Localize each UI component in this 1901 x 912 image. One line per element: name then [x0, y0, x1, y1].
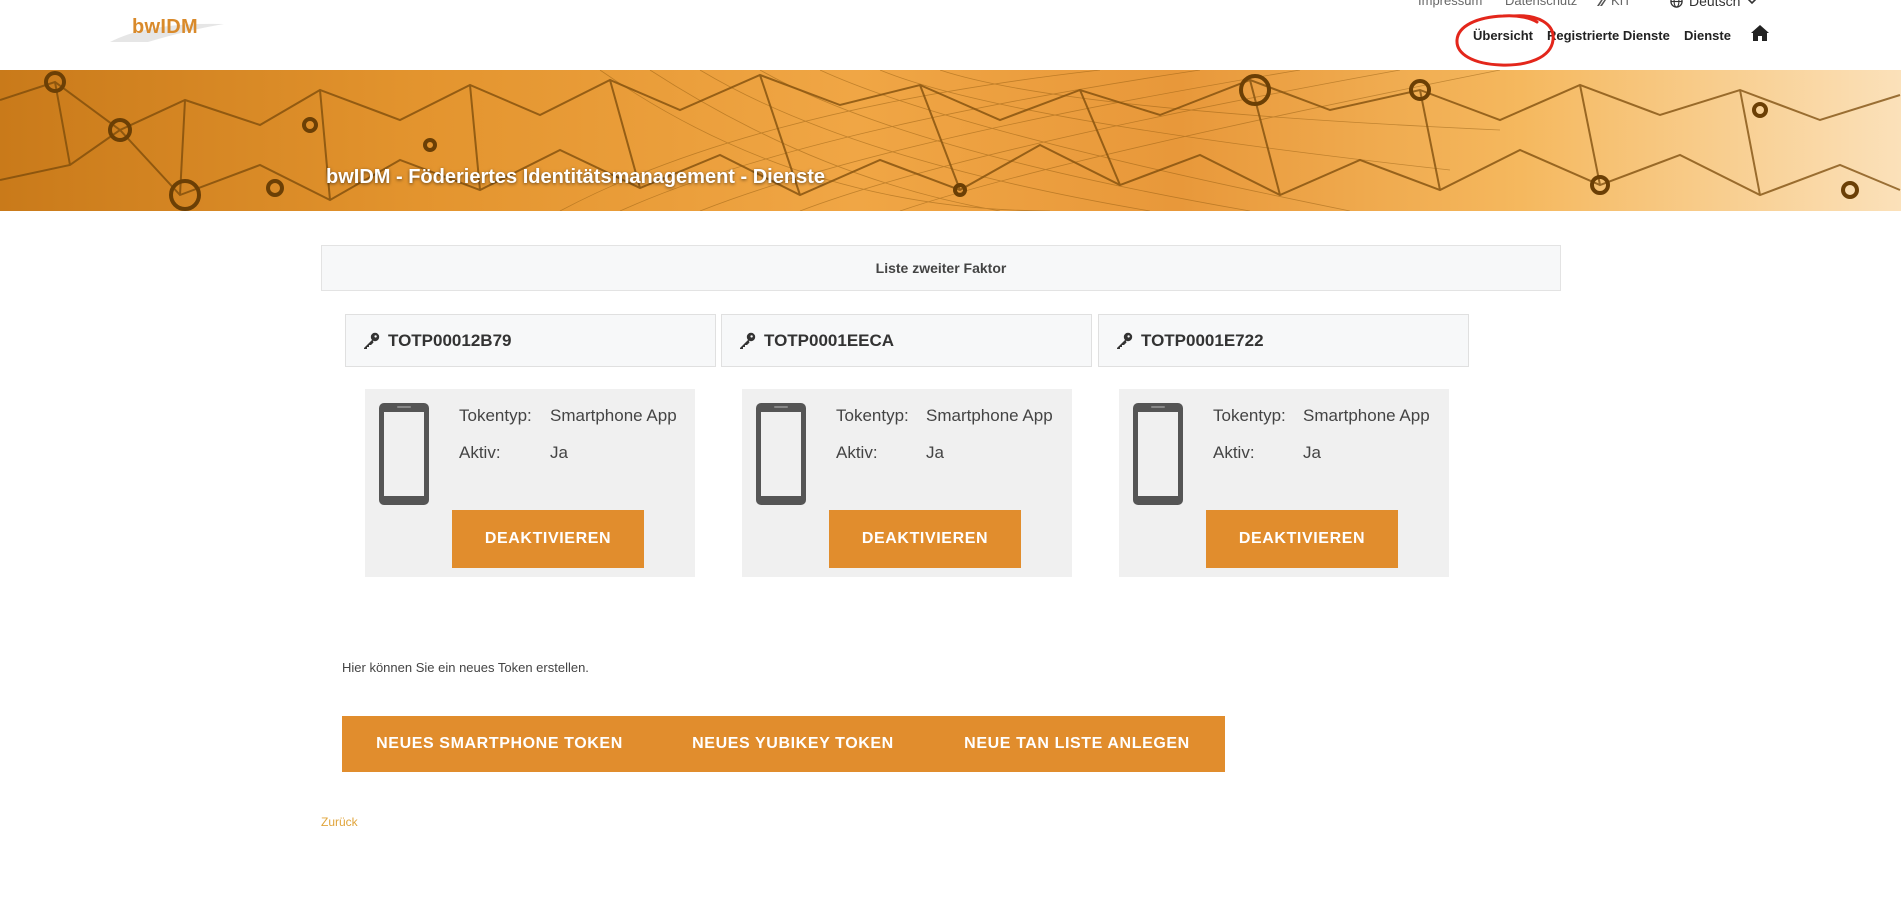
- bwidm-logo[interactable]: bwIDM: [108, 14, 228, 50]
- aktiv-label: Aktiv:: [459, 443, 501, 462]
- deactivate-button[interactable]: DEAKTIVIEREN: [829, 510, 1021, 568]
- tokentyp-value: Smartphone App: [926, 406, 1053, 425]
- token-card: Tokentyp: Smartphone App Aktiv: Ja DEAKT…: [742, 389, 1072, 577]
- tokentyp-value: Smartphone App: [1303, 406, 1430, 425]
- key-icon: [740, 332, 756, 349]
- token-id: TOTP0001E722: [1141, 330, 1264, 350]
- tokentyp-label: Tokentyp:: [1213, 406, 1286, 425]
- key-icon: [364, 332, 380, 349]
- deactivate-button[interactable]: DEAKTIVIEREN: [452, 510, 644, 568]
- nav-home[interactable]: [1750, 24, 1770, 45]
- nav-uebersicht[interactable]: Übersicht: [1473, 28, 1533, 43]
- new-token-info: Hier können Sie ein neues Token erstelle…: [342, 660, 589, 675]
- token-id: TOTP00012B79: [388, 330, 512, 350]
- aktiv-value: Ja: [926, 443, 944, 462]
- kit-link[interactable]: KIT: [1597, 0, 1631, 8]
- nav-dienste[interactable]: Dienste: [1684, 28, 1731, 43]
- token-header: TOTP0001E722: [1098, 314, 1469, 367]
- deactivate-button[interactable]: DEAKTIVIEREN: [1206, 510, 1398, 568]
- aktiv-label: Aktiv:: [836, 443, 878, 462]
- kit-label: KIT: [1611, 0, 1632, 8]
- token-card: Tokentyp: Smartphone App Aktiv: Ja DEAKT…: [365, 389, 695, 577]
- nav-registrierte-dienste[interactable]: Registrierte Dienste: [1547, 28, 1670, 43]
- token-header: TOTP0001EECA: [721, 314, 1092, 367]
- back-link[interactable]: Zurück: [321, 815, 358, 829]
- smartphone-icon: [379, 403, 429, 505]
- datenschutz-link[interactable]: Datenschutz: [1505, 0, 1577, 8]
- list-header: Liste zweiter Faktor: [321, 245, 1561, 291]
- chevron-down-icon: [1748, 0, 1757, 5]
- site-header: bwIDM Impressum Datenschutz KIT Deutsch …: [0, 0, 1901, 70]
- tokentyp-value: Smartphone App: [550, 406, 677, 425]
- new-tan-list-button[interactable]: NEUE TAN LISTE ANLEGEN: [929, 716, 1225, 772]
- home-icon: [1751, 25, 1769, 41]
- aktiv-value: Ja: [550, 443, 568, 462]
- language-select[interactable]: Deutsch: [1670, 0, 1758, 9]
- globe-icon: [1670, 0, 1683, 8]
- token-header: TOTP00012B79: [345, 314, 716, 367]
- language-label: Deutsch: [1689, 0, 1741, 9]
- new-yubikey-token-button[interactable]: NEUES YUBIKEY TOKEN: [657, 716, 929, 772]
- tokentyp-label: Tokentyp:: [836, 406, 909, 425]
- token-id: TOTP0001EECA: [764, 330, 895, 350]
- smartphone-icon: [1133, 403, 1183, 505]
- kit-icon: [1597, 0, 1606, 6]
- new-smartphone-token-button[interactable]: NEUES SMARTPHONE TOKEN: [342, 716, 657, 772]
- hero-banner: bwIDM - Föderiertes Identitätsmanagement…: [0, 70, 1901, 211]
- aktiv-value: Ja: [1303, 443, 1321, 462]
- tokentyp-label: Tokentyp:: [459, 406, 532, 425]
- network-pattern-image: [0, 70, 1901, 211]
- logo-text: bwIDM: [132, 16, 198, 38]
- key-icon: [1117, 332, 1133, 349]
- banner-title: bwIDM - Föderiertes Identitätsmanagement…: [326, 166, 825, 188]
- impressum-link[interactable]: Impressum: [1418, 0, 1482, 8]
- new-token-button-group: NEUES SMARTPHONE TOKEN NEUES YUBIKEY TOK…: [342, 716, 1225, 772]
- smartphone-icon: [756, 403, 806, 505]
- aktiv-label: Aktiv:: [1213, 443, 1255, 462]
- token-card: Tokentyp: Smartphone App Aktiv: Ja DEAKT…: [1119, 389, 1449, 577]
